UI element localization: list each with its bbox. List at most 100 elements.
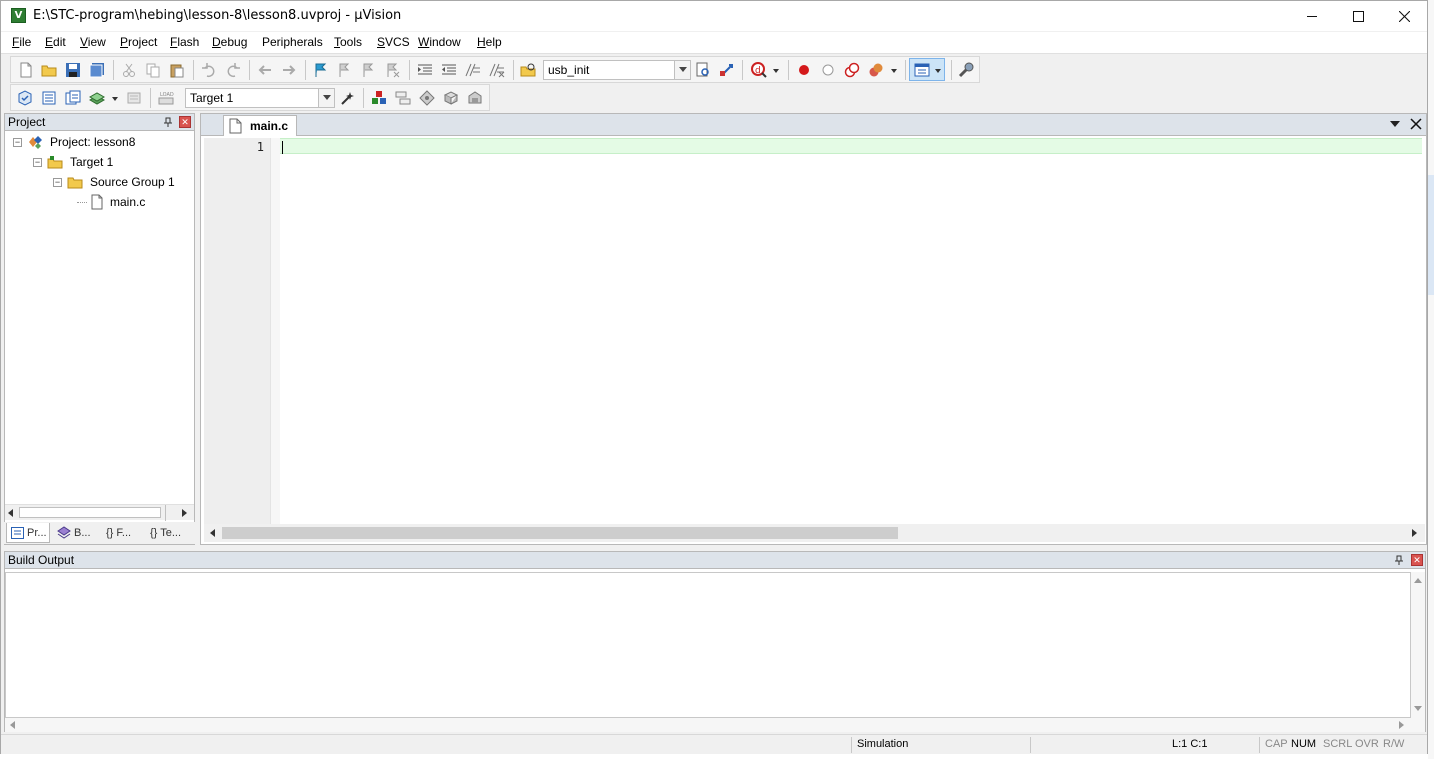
current-line-highlight[interactable] bbox=[280, 138, 1422, 154]
navigate-back-icon[interactable] bbox=[257, 62, 273, 78]
window-layout-button[interactable] bbox=[909, 58, 945, 81]
insert-breakpoint-icon[interactable] bbox=[796, 62, 812, 78]
svg-text:d: d bbox=[755, 66, 761, 76]
editor-hscrollbar[interactable] bbox=[204, 524, 1425, 542]
menu-tools[interactable]: Tools bbox=[334, 35, 362, 49]
kill-all-breakpoints-icon[interactable] bbox=[868, 62, 884, 78]
open-folder-icon[interactable] bbox=[41, 62, 57, 78]
collapse-icon[interactable]: − bbox=[13, 138, 22, 147]
build-output-close-button[interactable]: ✕ bbox=[1411, 554, 1423, 566]
project-panel-close-button[interactable]: ✕ bbox=[179, 116, 191, 128]
uncomment-icon[interactable] bbox=[489, 62, 505, 78]
project-icon bbox=[29, 136, 42, 149]
maximize-button[interactable] bbox=[1335, 1, 1381, 31]
tab-functions[interactable]: {} F... bbox=[102, 523, 142, 543]
navigate-forward-icon[interactable] bbox=[281, 62, 297, 78]
collapse-icon[interactable]: − bbox=[33, 158, 42, 167]
breakpoint-dropdown-icon[interactable] bbox=[891, 69, 897, 73]
scroll-up-icon[interactable] bbox=[1414, 578, 1422, 583]
build-output-text[interactable] bbox=[5, 572, 1411, 718]
scroll-down-icon[interactable] bbox=[1414, 706, 1422, 711]
find-in-files-icon[interactable] bbox=[520, 62, 536, 78]
tree-item-target[interactable]: − Target 1 bbox=[5, 152, 194, 172]
menu-file[interactable]: File bbox=[12, 35, 31, 49]
scroll-right-icon[interactable] bbox=[1399, 721, 1404, 729]
find-combo-dropdown[interactable] bbox=[674, 61, 690, 79]
build-icon[interactable] bbox=[41, 90, 57, 106]
file-extensions-icon[interactable] bbox=[395, 90, 411, 106]
rebuild-icon[interactable] bbox=[65, 90, 81, 106]
redo-icon[interactable] bbox=[225, 62, 241, 78]
target-options-icon[interactable] bbox=[340, 90, 356, 106]
clear-bookmarks-icon[interactable] bbox=[385, 62, 401, 78]
editor-scroll-thumb[interactable] bbox=[222, 527, 898, 539]
configure-icon[interactable] bbox=[958, 62, 974, 78]
enable-breakpoint-icon[interactable] bbox=[820, 62, 836, 78]
debug-dropdown-icon[interactable] bbox=[773, 69, 779, 73]
component-viewer-icon[interactable] bbox=[467, 90, 483, 106]
paste-icon[interactable] bbox=[169, 62, 185, 78]
close-window-button[interactable] bbox=[1381, 1, 1427, 31]
pack-installer-icon[interactable] bbox=[443, 90, 459, 106]
minimize-button[interactable] bbox=[1289, 1, 1335, 31]
menu-svcs[interactable]: SVCS bbox=[377, 35, 410, 49]
select-software-packs-icon[interactable] bbox=[419, 90, 435, 106]
bookmark-icon[interactable] bbox=[313, 62, 329, 78]
build-hscrollbar[interactable] bbox=[5, 718, 1425, 732]
tree-item-project[interactable]: − Project: lesson8 bbox=[5, 132, 194, 152]
cut-icon[interactable] bbox=[121, 62, 137, 78]
menu-view[interactable]: View bbox=[80, 35, 106, 49]
tab-project[interactable]: Pr... bbox=[6, 523, 50, 543]
new-file-icon[interactable] bbox=[18, 62, 34, 78]
scroll-left-icon[interactable] bbox=[8, 509, 13, 517]
tree-item-group[interactable]: − Source Group 1 bbox=[5, 172, 194, 192]
unindent-icon[interactable] bbox=[441, 62, 457, 78]
menu-project[interactable]: Project bbox=[120, 35, 157, 49]
status-scrl: SCRL bbox=[1323, 738, 1353, 750]
target-combo-dropdown[interactable] bbox=[318, 89, 334, 107]
tab-books[interactable]: B... bbox=[54, 523, 98, 543]
tab-list-dropdown-icon[interactable] bbox=[1390, 121, 1400, 127]
target-combo[interactable]: Target 1 bbox=[185, 88, 335, 108]
menu-peripherals[interactable]: Peripherals bbox=[262, 35, 323, 49]
manage-components-icon[interactable] bbox=[371, 90, 387, 106]
debug-session-icon[interactable]: d bbox=[751, 62, 767, 78]
build-vscrollbar[interactable] bbox=[1411, 572, 1425, 718]
menu-window[interactable]: Window bbox=[418, 35, 461, 49]
tree-item-file[interactable]: main.c bbox=[5, 192, 194, 212]
scroll-thumb[interactable] bbox=[19, 507, 161, 518]
scroll-left-icon[interactable] bbox=[10, 721, 15, 729]
find-combo[interactable]: usb_init bbox=[543, 60, 691, 80]
download-icon[interactable]: LOAD bbox=[158, 90, 174, 106]
stop-build-icon[interactable] bbox=[126, 90, 142, 106]
save-icon[interactable] bbox=[65, 62, 81, 78]
batch-build-icon[interactable] bbox=[89, 90, 105, 106]
menu-edit[interactable]: Edit bbox=[45, 35, 66, 49]
batch-dropdown-icon[interactable] bbox=[112, 97, 118, 101]
comment-icon[interactable] bbox=[465, 62, 481, 78]
menu-help[interactable]: Help bbox=[477, 35, 502, 49]
close-editor-icon[interactable] bbox=[1410, 118, 1422, 130]
scroll-left-icon[interactable] bbox=[210, 529, 215, 537]
replace-icon[interactable] bbox=[719, 62, 735, 78]
indent-icon[interactable] bbox=[417, 62, 433, 78]
copy-icon[interactable] bbox=[145, 62, 161, 78]
scroll-right-icon[interactable] bbox=[182, 509, 187, 517]
translate-icon[interactable] bbox=[17, 90, 33, 106]
next-bookmark-icon[interactable] bbox=[361, 62, 377, 78]
menu-debug[interactable]: Debug bbox=[212, 35, 247, 49]
menu-flash[interactable]: Flash bbox=[170, 35, 199, 49]
prev-bookmark-icon[interactable] bbox=[337, 62, 353, 78]
scroll-right-icon[interactable] bbox=[1412, 529, 1417, 537]
pin-icon[interactable] bbox=[163, 117, 173, 127]
project-hscrollbar[interactable] bbox=[5, 504, 194, 521]
tab-templates[interactable]: {} Te... bbox=[146, 523, 192, 543]
target-folder-icon bbox=[47, 156, 63, 169]
find-icon[interactable] bbox=[695, 62, 711, 78]
undo-icon[interactable] bbox=[201, 62, 217, 78]
disable-all-breakpoints-icon[interactable] bbox=[844, 62, 860, 78]
pin-icon[interactable] bbox=[1394, 555, 1404, 565]
save-all-icon[interactable] bbox=[89, 62, 105, 78]
tab-main-c[interactable]: main.c bbox=[223, 115, 297, 136]
collapse-icon[interactable]: − bbox=[53, 178, 62, 187]
